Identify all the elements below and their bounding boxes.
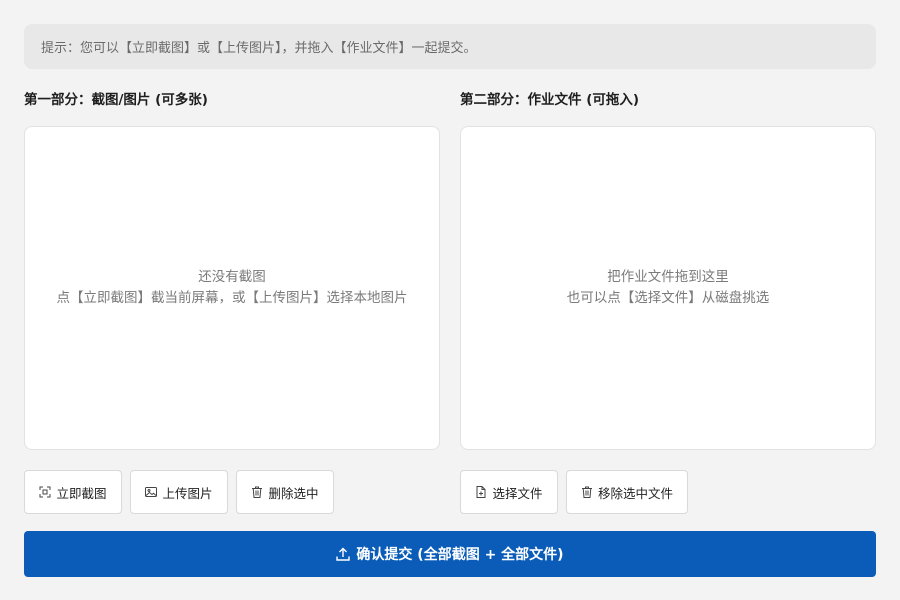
screenshot-empty-title: 还没有截图 — [198, 269, 266, 285]
file-empty-title: 把作业文件拖到这里 — [607, 269, 729, 285]
delete-selected-button[interactable]: 删除选中 — [236, 470, 334, 514]
upload-image-button[interactable]: 上传图片 — [130, 470, 228, 514]
file-empty-hint: 也可以点【选择文件】从磁盘挑选 — [566, 290, 770, 306]
file-add-icon — [475, 486, 487, 498]
image-icon — [145, 486, 158, 498]
upload-image-button-label: 上传图片 — [162, 485, 213, 501]
screenshot-empty-state: 还没有截图 点【立即截图】截当前屏幕，或【上传图片】选择本地图片 — [27, 267, 438, 309]
screenshot-empty-hint: 点【立即截图】截当前屏幕，或【上传图片】选择本地图片 — [56, 290, 408, 306]
submit-button-label: 确认提交 (全部截图 + 全部文件) — [356, 547, 564, 563]
file-empty-state: 把作业文件拖到这里 也可以点【选择文件】从磁盘挑选 — [537, 267, 800, 309]
section-title-files: 第二部分：作业文件 (可拖入) — [460, 92, 640, 108]
delete-selected-button-label: 删除选中 — [268, 485, 319, 501]
screenshot-icon — [39, 486, 51, 498]
submit-button[interactable]: 确认提交 (全部截图 + 全部文件) — [24, 531, 876, 577]
screenshot-list-panel[interactable]: 还没有截图 点【立即截图】截当前屏幕，或【上传图片】选择本地图片 — [24, 126, 440, 450]
screenshot-button-label: 立即截图 — [56, 485, 107, 501]
choose-file-button-label: 选择文件 — [492, 485, 543, 501]
hint-text: 提示：您可以【立即截图】或【上传图片】，并拖入【作业文件】一起提交。 — [41, 41, 477, 56]
hint-banner: 提示：您可以【立即截图】或【上传图片】，并拖入【作业文件】一起提交。 — [24, 24, 876, 69]
trash-icon — [581, 486, 593, 498]
upload-icon — [336, 547, 351, 561]
choose-file-button[interactable]: 选择文件 — [460, 470, 558, 514]
remove-selected-file-button[interactable]: 移除选中文件 — [566, 470, 688, 514]
remove-selected-file-button-label: 移除选中文件 — [597, 485, 673, 501]
file-drop-zone[interactable]: 把作业文件拖到这里 也可以点【选择文件】从磁盘挑选 — [460, 126, 876, 450]
section-title-screenshots: 第一部分：截图/图片 (可多张) — [24, 92, 208, 108]
screenshot-button[interactable]: 立即截图 — [24, 470, 122, 514]
trash-icon — [251, 486, 263, 498]
